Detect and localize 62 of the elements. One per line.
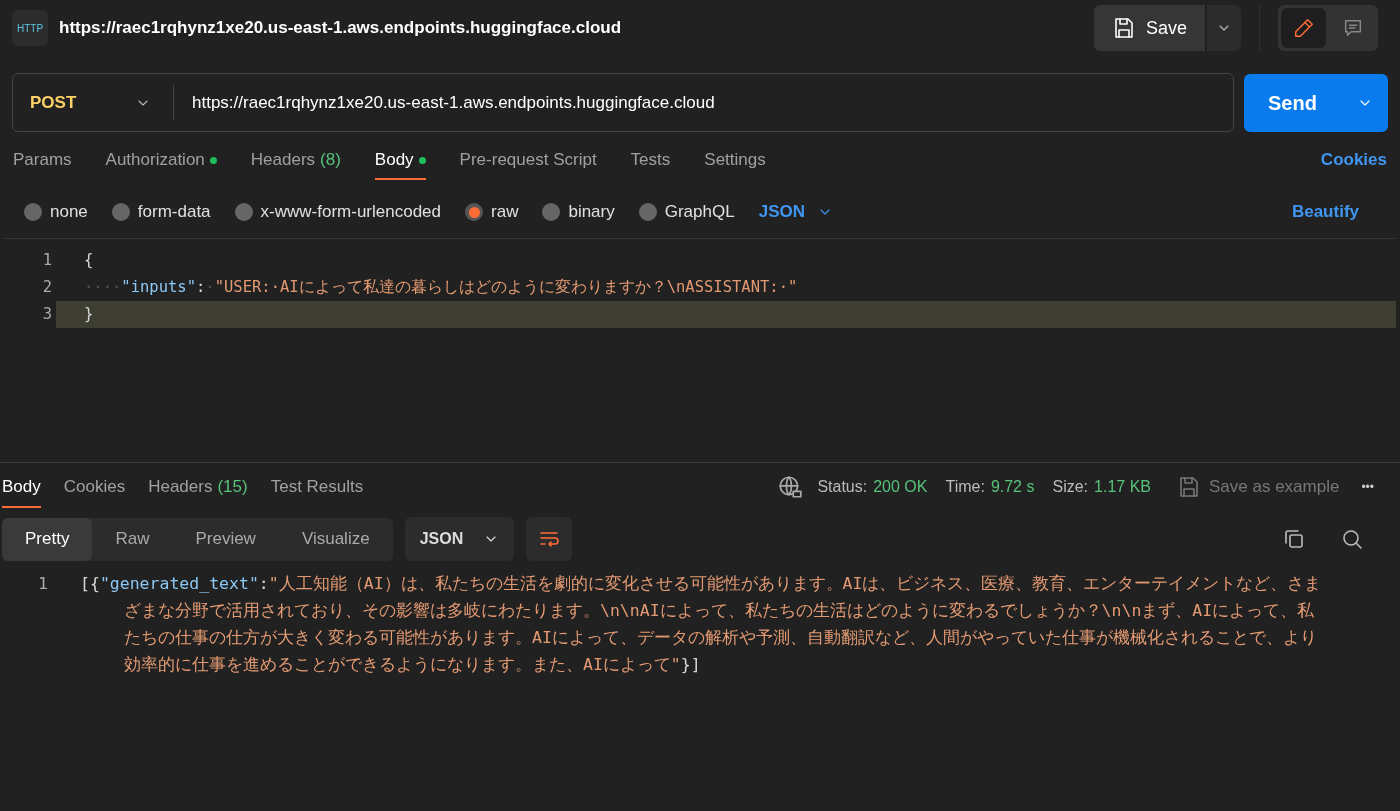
response-language-select[interactable]: JSON (404, 517, 514, 561)
radio-button[interactable] (638, 203, 657, 221)
code-line: 1 { (4, 247, 1396, 274)
radio-button[interactable] (465, 203, 483, 221)
line-number: 3 (4, 301, 56, 328)
meta-label: Size: (1052, 476, 1089, 497)
http-logo-icon: HTTP (12, 10, 48, 46)
request-tab[interactable]: Body (374, 132, 426, 188)
request-tab[interactable]: Pre-request Script (459, 132, 597, 188)
body-type-radio[interactable]: binary (542, 199, 615, 225)
radio-button[interactable] (542, 203, 561, 221)
request-tab[interactable]: Authorization (105, 132, 217, 188)
meta-value: 1.17 KB (1094, 476, 1151, 497)
request-title: https://raec1rqhynz1xe20.us-east-1.aws.endpoints.huggingface.cloud (59, 17, 622, 40)
request-tab[interactable]: Headers (8) (250, 132, 341, 188)
save-button[interactable]: Save (1093, 5, 1205, 51)
copy-icon (1282, 527, 1306, 551)
pencil-icon (1292, 17, 1315, 39)
meta-value: 200 OK (873, 476, 928, 497)
language-select[interactable]: JSON (758, 199, 833, 225)
request-tab[interactable]: Tests (630, 132, 671, 188)
response-tab[interactable]: Cookies (63, 463, 126, 510)
body-type-radio[interactable]: form-data (111, 199, 211, 225)
meta-label: Time: (945, 476, 985, 497)
format-tab[interactable]: Preview (172, 517, 279, 561)
line-number: 1 (37, 573, 49, 595)
copy-button[interactable] (1282, 527, 1306, 551)
code-line: 2 ····"inputs":·"USER:·AIによって私達の暮らしはどのように変わりますか？\nASSISTANT:·" (4, 274, 1396, 301)
edit-mode-button[interactable] (1281, 8, 1326, 48)
request-body-editor[interactable]: 1 { 2 ····"inputs":·"USER:·AIによって私達の暮らしはどのように変わりますか？\nASSISTANT:·" 3 } (4, 238, 1396, 462)
body-type-radio[interactable]: raw (465, 199, 519, 225)
beautify-link[interactable]: Beautify (1291, 199, 1359, 225)
response-tab[interactable]: Body (2, 463, 41, 510)
code-line: [{"generated_text":"人工知能（AI）は、私たちの生活を劇的に変化させる可能性があります。AIは、ビジネス、医療、教育、エンターテイメントなど、さまざまな分野で活用されており、その影響は多岐にわたります。\n\nAIによって、私たちの生活はどのように変わるでしょうか？\n\nまず、AIによって、私たちの仕事の仕方が大きく変わる可能性があります。AIによって、データの解析や予測、自動翻訳など、人間がやっていた仕事が機械化されることで、より効率的に仕事を進めることができるようになります。また、AIによって"}] (80, 573, 1323, 676)
request-tab[interactable]: Params (13, 132, 72, 188)
url-field[interactable]: POST https://raec1rqhynz1xe20.us-east-1.aws.endpoints.huggingface.cloud (12, 73, 1234, 132)
radio-button[interactable] (24, 203, 42, 221)
request-tab[interactable]: Settings (704, 132, 766, 188)
format-tab[interactable]: Raw (92, 517, 173, 561)
search-button[interactable] (1340, 527, 1364, 551)
response-tab[interactable]: Test Results (270, 463, 364, 510)
body-type-radio[interactable]: GraphQL (638, 199, 735, 225)
method-select[interactable]: POST (13, 74, 173, 131)
body-type-radio[interactable]: x-www-form-urlencoded (234, 199, 441, 225)
body-type-radio[interactable]: none (24, 199, 88, 225)
wrap-lines-button[interactable] (525, 517, 572, 561)
meta-label: Status: (817, 476, 868, 497)
more-options-button[interactable]: ••• (1361, 477, 1374, 496)
search-icon (1340, 527, 1364, 551)
globe-lock-icon (777, 473, 804, 500)
format-tab[interactable]: Pretty (2, 517, 93, 561)
current-line-highlight: 3 } (4, 301, 1396, 328)
count-label: (8) (320, 149, 341, 172)
cookies-link[interactable]: Cookies (1320, 147, 1387, 173)
meta-value: 9.72 s (990, 476, 1035, 497)
save-as-example-button[interactable]: Save as example (1177, 473, 1340, 500)
format-tab[interactable]: Visualize (278, 517, 393, 561)
radio-button[interactable] (234, 203, 253, 221)
send-button[interactable]: Send (1244, 73, 1388, 132)
radio-button[interactable] (111, 203, 130, 221)
response-tab[interactable]: Headers (15) (148, 463, 248, 510)
count-label: (15) (217, 475, 248, 498)
